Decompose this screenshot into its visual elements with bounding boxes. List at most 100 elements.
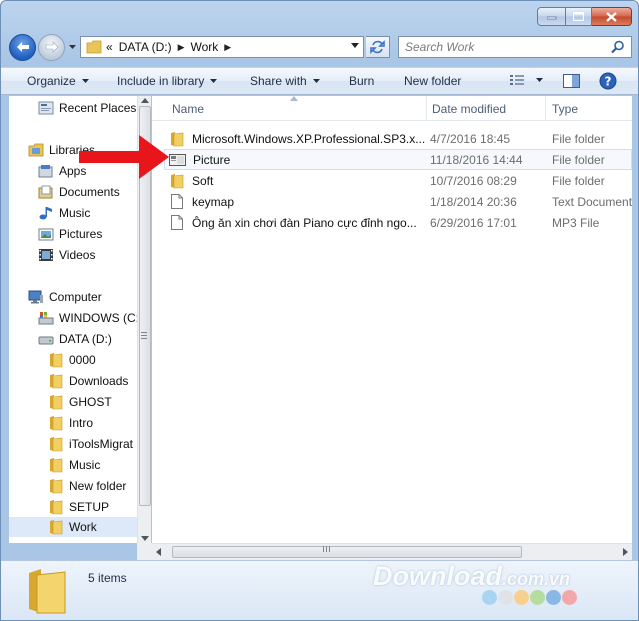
scrollbar-thumb[interactable] <box>172 546 522 558</box>
minimize-button[interactable] <box>537 7 566 26</box>
file-row[interactable]: keymap 1/18/2014 20:36 Text Document <box>164 191 632 212</box>
nav-documents[interactable]: Documents <box>37 182 137 202</box>
column-header-type[interactable]: Type <box>552 102 578 116</box>
file-name: Picture <box>193 152 231 167</box>
file-name: Ông ăn xin chơi đàn Piano cực đỉnh ngo..… <box>192 215 417 230</box>
column-header-name[interactable]: Name <box>172 102 204 116</box>
folder-icon <box>47 478 65 494</box>
column-header-date-modified[interactable]: Date modified <box>432 102 506 116</box>
pictures-library-icon <box>37 226 55 242</box>
search-box[interactable] <box>398 36 632 58</box>
help-button[interactable]: ? <box>599 72 617 93</box>
folder-icon <box>47 415 65 431</box>
nav-folder-intro[interactable]: Intro <box>47 413 137 433</box>
chevron-down-icon[interactable] <box>351 43 359 48</box>
nav-label: Intro <box>69 416 94 430</box>
nav-folder-itoolsmigrat[interactable]: iToolsMigrat <box>47 434 137 454</box>
nav-computer[interactable]: Computer <box>27 287 137 307</box>
back-arrow-icon <box>16 42 29 52</box>
nav-folder-music[interactable]: Music <box>47 455 137 475</box>
preview-pane-icon <box>563 74 580 88</box>
share-with-menu[interactable]: Share with <box>250 74 320 88</box>
nav-label: Documents <box>59 185 120 199</box>
file-type: File folder <box>552 173 605 188</box>
refresh-button[interactable] <box>366 36 390 58</box>
nav-folder-downloads[interactable]: Downloads <box>47 371 137 391</box>
file-date: 10/7/2016 08:29 <box>430 173 517 188</box>
include-in-library-label: Include in library <box>117 74 205 88</box>
search-icon[interactable] <box>611 40 625 54</box>
file-row[interactable]: Microsoft.Windows.XP.Professional.SP3.x.… <box>164 128 632 149</box>
address-segment-folder[interactable]: Work <box>191 40 219 54</box>
nav-folder-new-folder[interactable]: New folder <box>47 476 137 496</box>
documents-library-icon <box>37 184 55 200</box>
nav-label: iToolsMigrat <box>69 437 134 451</box>
address-segment-drive[interactable]: DATA (D:) <box>119 40 172 54</box>
videos-library-icon <box>37 247 55 263</box>
nav-label: 0000 <box>69 353 96 367</box>
nav-label: GHOST <box>69 395 112 409</box>
file-type: File folder <box>552 131 605 146</box>
new-folder-button[interactable]: New folder <box>404 74 461 88</box>
scroll-right-icon[interactable] <box>623 548 628 556</box>
nav-folder-setup[interactable]: SETUP <box>47 497 137 517</box>
watermark-text: Download <box>373 561 502 591</box>
nav-folder-work[interactable]: Work <box>9 517 137 537</box>
scroll-up-icon[interactable] <box>141 98 149 103</box>
file-date: 6/29/2016 17:01 <box>430 215 517 230</box>
details-pane: 5 items Download.com.vn <box>1 560 638 620</box>
refresh-icon <box>370 40 385 54</box>
address-separator-icon[interactable]: ▶ <box>178 42 185 53</box>
nav-pictures[interactable]: Pictures <box>37 224 137 244</box>
watermark-dots <box>482 590 578 605</box>
help-icon: ? <box>599 72 617 90</box>
address-bar[interactable]: « DATA (D:) ▶ Work ▶ <box>80 36 364 58</box>
text-document-icon <box>168 194 186 210</box>
watermark-dot-icon <box>498 590 513 605</box>
file-date: 4/7/2016 18:45 <box>430 131 511 146</box>
file-row[interactable]: Picture 11/18/2016 14:44 File folder <box>164 149 632 170</box>
nav-recent-places[interactable]: Recent Places <box>37 98 137 118</box>
column-divider[interactable] <box>545 96 546 121</box>
folder-icon <box>47 436 65 452</box>
nav-label: Videos <box>59 248 96 262</box>
address-separator-icon[interactable]: ▶ <box>224 42 231 53</box>
preview-pane-button[interactable] <box>563 73 580 92</box>
folder-icon <box>47 499 65 515</box>
scroll-down-icon[interactable] <box>141 536 149 541</box>
chevron-down-icon <box>312 79 320 83</box>
nav-label: Music <box>69 458 101 472</box>
nav-label: Recent Places <box>59 101 137 115</box>
scrollbar-corner <box>137 543 152 560</box>
organize-label: Organize <box>27 74 76 88</box>
organize-menu[interactable]: Organize <box>27 74 89 88</box>
nav-folder-ghost[interactable]: GHOST <box>47 392 137 412</box>
new-folder-label: New folder <box>404 74 462 88</box>
nav-windows-drive[interactable]: WINDOWS (C: <box>37 308 137 328</box>
file-row[interactable]: Soft 10/7/2016 08:29 File folder <box>164 170 632 191</box>
horizontal-scrollbar[interactable] <box>152 543 632 560</box>
close-button[interactable] <box>592 7 632 26</box>
burn-button[interactable]: Burn <box>349 74 374 88</box>
file-row[interactable]: Ông ăn xin chơi đàn Piano cực đỉnh ngo..… <box>164 212 632 233</box>
nav-data-drive[interactable]: DATA (D:) <box>37 329 137 349</box>
libraries-icon <box>27 142 45 158</box>
nav-videos[interactable]: Videos <box>37 245 137 265</box>
file-type: File folder <box>552 152 605 167</box>
change-view-button[interactable] <box>509 73 543 87</box>
include-in-library-menu[interactable]: Include in library <box>117 74 218 88</box>
maximize-button[interactable] <box>566 7 592 26</box>
search-input[interactable] <box>405 40 605 54</box>
recent-places-icon <box>37 100 55 116</box>
nav-folder-0000[interactable]: 0000 <box>47 350 137 370</box>
scroll-left-icon[interactable] <box>156 548 161 556</box>
minimize-icon <box>546 16 556 19</box>
address-overflow[interactable]: « <box>106 40 113 54</box>
nav-music[interactable]: Music <box>37 203 137 223</box>
folder-icon <box>86 40 102 54</box>
folder-icon <box>47 457 65 473</box>
recent-pages-button[interactable] <box>66 45 78 49</box>
back-button[interactable] <box>9 33 36 61</box>
column-divider[interactable] <box>426 96 427 121</box>
forward-button[interactable] <box>38 33 65 61</box>
